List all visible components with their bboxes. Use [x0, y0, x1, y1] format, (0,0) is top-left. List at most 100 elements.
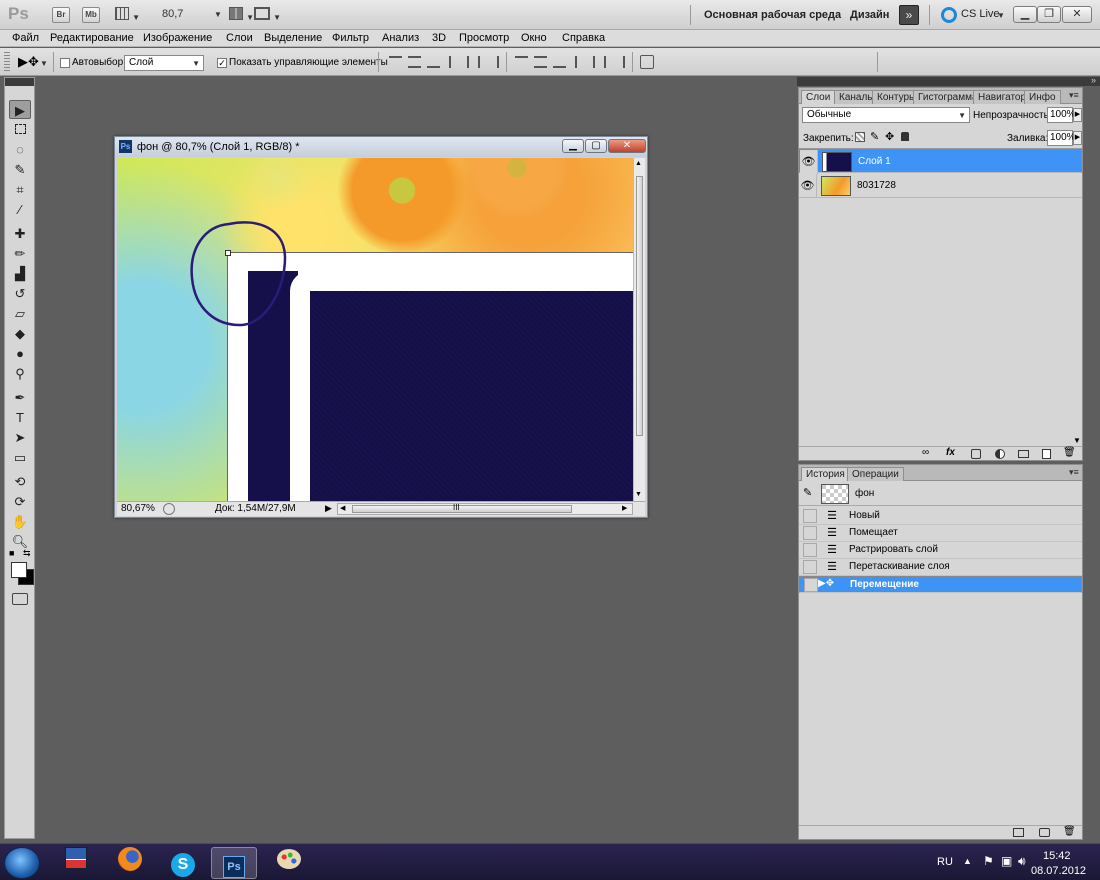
align-bottom-icon[interactable]	[427, 56, 440, 68]
grip-handle[interactable]	[4, 52, 10, 72]
dock-header[interactable]: »	[797, 75, 1100, 86]
start-button[interactable]	[4, 847, 40, 879]
tab-layers[interactable]: Слои	[801, 90, 836, 104]
scroll-down-icon[interactable]: ▼	[635, 491, 642, 498]
adjustment-layer-icon[interactable]	[995, 449, 1005, 459]
history-source-box[interactable]	[803, 543, 817, 557]
menu-file[interactable]: Файл	[12, 32, 39, 44]
view-extras-button[interactable]: ▼	[115, 7, 140, 23]
vertical-scrollbar[interactable]: ▲ ▼	[633, 158, 645, 501]
link-layers-icon[interactable]: ∞	[922, 447, 929, 458]
visibility-eye-icon[interactable]: 👁︎	[800, 150, 818, 174]
zoom-level[interactable]: 80,7	[162, 8, 183, 20]
document-titlebar[interactable]: Ps фон @ 80,7% (Слой 1, RGB/8) * ▁ ▢ ✕	[115, 137, 647, 157]
quick-mask-icon[interactable]	[12, 593, 28, 605]
marquee-tool-icon[interactable]	[9, 120, 31, 139]
lock-pixels-icon[interactable]: ✎	[870, 130, 879, 143]
history-source-box[interactable]	[803, 509, 817, 523]
clock-date[interactable]: 08.07.2012	[1031, 865, 1086, 877]
layer-name[interactable]: 8031728	[857, 180, 896, 191]
history-brush-source-icon[interactable]: ✎	[803, 486, 812, 499]
lock-transparency-icon[interactable]	[855, 132, 865, 142]
blur-tool-icon[interactable]: ●	[9, 344, 31, 363]
zoom-dropdown-icon[interactable]: ▼	[214, 10, 222, 19]
horizontal-scrollbar[interactable]: ◀ III ▶	[337, 503, 633, 515]
eyedropper-tool-icon[interactable]: ⁄	[9, 200, 31, 219]
restore-button[interactable]: ❐	[1037, 6, 1061, 23]
opacity-slider-arrow-icon[interactable]: ▶	[1073, 108, 1082, 122]
default-colors-icon[interactable]: ■	[9, 548, 14, 558]
menu-edit[interactable]: Редактирование	[50, 32, 134, 44]
menu-3d[interactable]: 3D	[432, 32, 446, 44]
menu-filter[interactable]: Фильтр	[332, 32, 369, 44]
panel-menu-icon[interactable]: ▾≡	[1069, 467, 1079, 478]
lasso-tool-icon[interactable]: ◌	[9, 140, 31, 159]
clock-time[interactable]: 15:42	[1043, 850, 1071, 862]
clone-stamp-tool-icon[interactable]: ▟	[9, 264, 31, 283]
history-state-slider-icon[interactable]: ▶✥	[818, 578, 834, 589]
menu-layer[interactable]: Слои	[226, 32, 253, 44]
document-close-button[interactable]: ✕	[608, 139, 646, 153]
type-tool-icon[interactable]: T	[9, 408, 31, 427]
layer-style-icon[interactable]: fx	[946, 447, 955, 458]
align-hcenter-icon[interactable]	[467, 56, 480, 68]
tab-history[interactable]: История	[801, 467, 850, 481]
delete-state-icon[interactable]: 🗑︎	[1063, 826, 1076, 837]
fill-input[interactable]: 100%	[1047, 130, 1076, 146]
opacity-input[interactable]: 100%	[1047, 107, 1076, 123]
layer-row[interactable]: 👁︎ Слой 1	[799, 149, 1082, 174]
lock-all-icon[interactable]	[901, 132, 909, 141]
mini-bridge-button[interactable]: Mb	[82, 7, 100, 23]
autoselect-checkbox[interactable]	[60, 58, 70, 68]
document-maximize-button[interactable]: ▢	[585, 139, 607, 153]
paint-bucket-tool-icon[interactable]: ◆	[9, 324, 31, 343]
align-vcenter-icon[interactable]	[408, 56, 421, 68]
tab-navigator[interactable]: Навигатор	[973, 90, 1032, 104]
status-options-icon[interactable]	[163, 503, 175, 515]
move-tool-preset-icon[interactable]: ▶✥	[18, 54, 39, 70]
close-button[interactable]: ✕	[1062, 6, 1092, 23]
history-item[interactable]: ▶✥ Перемещение	[799, 576, 1082, 593]
3d-rotate-tool-icon[interactable]: ⟲	[9, 472, 31, 491]
add-mask-icon[interactable]	[971, 449, 981, 459]
hand-tool-icon[interactable]: ✋	[9, 512, 31, 531]
taskbar-paint-icon[interactable]	[266, 847, 312, 879]
delete-layer-icon[interactable]: 🗑︎	[1063, 447, 1076, 458]
distribute-vcenter-icon[interactable]	[534, 56, 547, 68]
history-snapshot-row[interactable]: ✎ фон	[799, 482, 1082, 506]
history-item[interactable]: ☰ Помещает	[799, 525, 1082, 542]
history-source-box[interactable]	[803, 560, 817, 574]
lock-position-icon[interactable]: ✥	[885, 130, 894, 143]
healing-brush-tool-icon[interactable]: ✚	[9, 224, 31, 243]
menu-select[interactable]: Выделение	[264, 32, 322, 44]
taskbar-firefox-icon[interactable]	[107, 847, 153, 879]
distribute-bottom-icon[interactable]	[553, 56, 566, 68]
scroll-down-icon[interactable]: ▼	[1073, 436, 1081, 445]
rectangle-tool-icon[interactable]: ▭	[9, 448, 31, 467]
eraser-tool-icon[interactable]: ▱	[9, 304, 31, 323]
layer-name[interactable]: Слой 1	[858, 156, 891, 167]
taskbar-photoshop-icon[interactable]: Ps	[211, 847, 257, 879]
path-selection-tool-icon[interactable]: ➤	[9, 428, 31, 447]
menu-window[interactable]: Окно	[521, 32, 547, 44]
workspace-essentials[interactable]: Основная рабочая среда	[704, 9, 841, 21]
show-controls-checkbox[interactable]: ✓	[217, 58, 227, 68]
bridge-button[interactable]: Br	[52, 7, 70, 23]
brush-tool-icon[interactable]: ✏	[9, 244, 31, 263]
dodge-tool-icon[interactable]: ⚲	[9, 364, 31, 383]
visibility-eye-icon[interactable]: 👁︎	[799, 174, 817, 198]
blend-mode-select[interactable]: Обычные ▼	[802, 107, 970, 123]
network-icon[interactable]: ▣	[1001, 854, 1012, 868]
collapse-panels-icon[interactable]: »	[1091, 75, 1096, 85]
minimize-button[interactable]: ▁	[1013, 6, 1037, 23]
menu-image[interactable]: Изображение	[143, 32, 212, 44]
move-tool-icon[interactable]: ▶	[9, 100, 31, 119]
history-source-box[interactable]	[804, 578, 818, 592]
action-center-flag-icon[interactable]: ⚑	[983, 854, 994, 868]
scroll-left-icon[interactable]: ◀	[340, 504, 345, 512]
document-zoom-value[interactable]: 80,67%	[121, 503, 155, 514]
align-right-icon[interactable]	[486, 56, 499, 68]
history-source-box[interactable]	[803, 526, 817, 540]
align-left-icon[interactable]	[449, 56, 462, 68]
align-top-icon[interactable]	[389, 56, 402, 68]
